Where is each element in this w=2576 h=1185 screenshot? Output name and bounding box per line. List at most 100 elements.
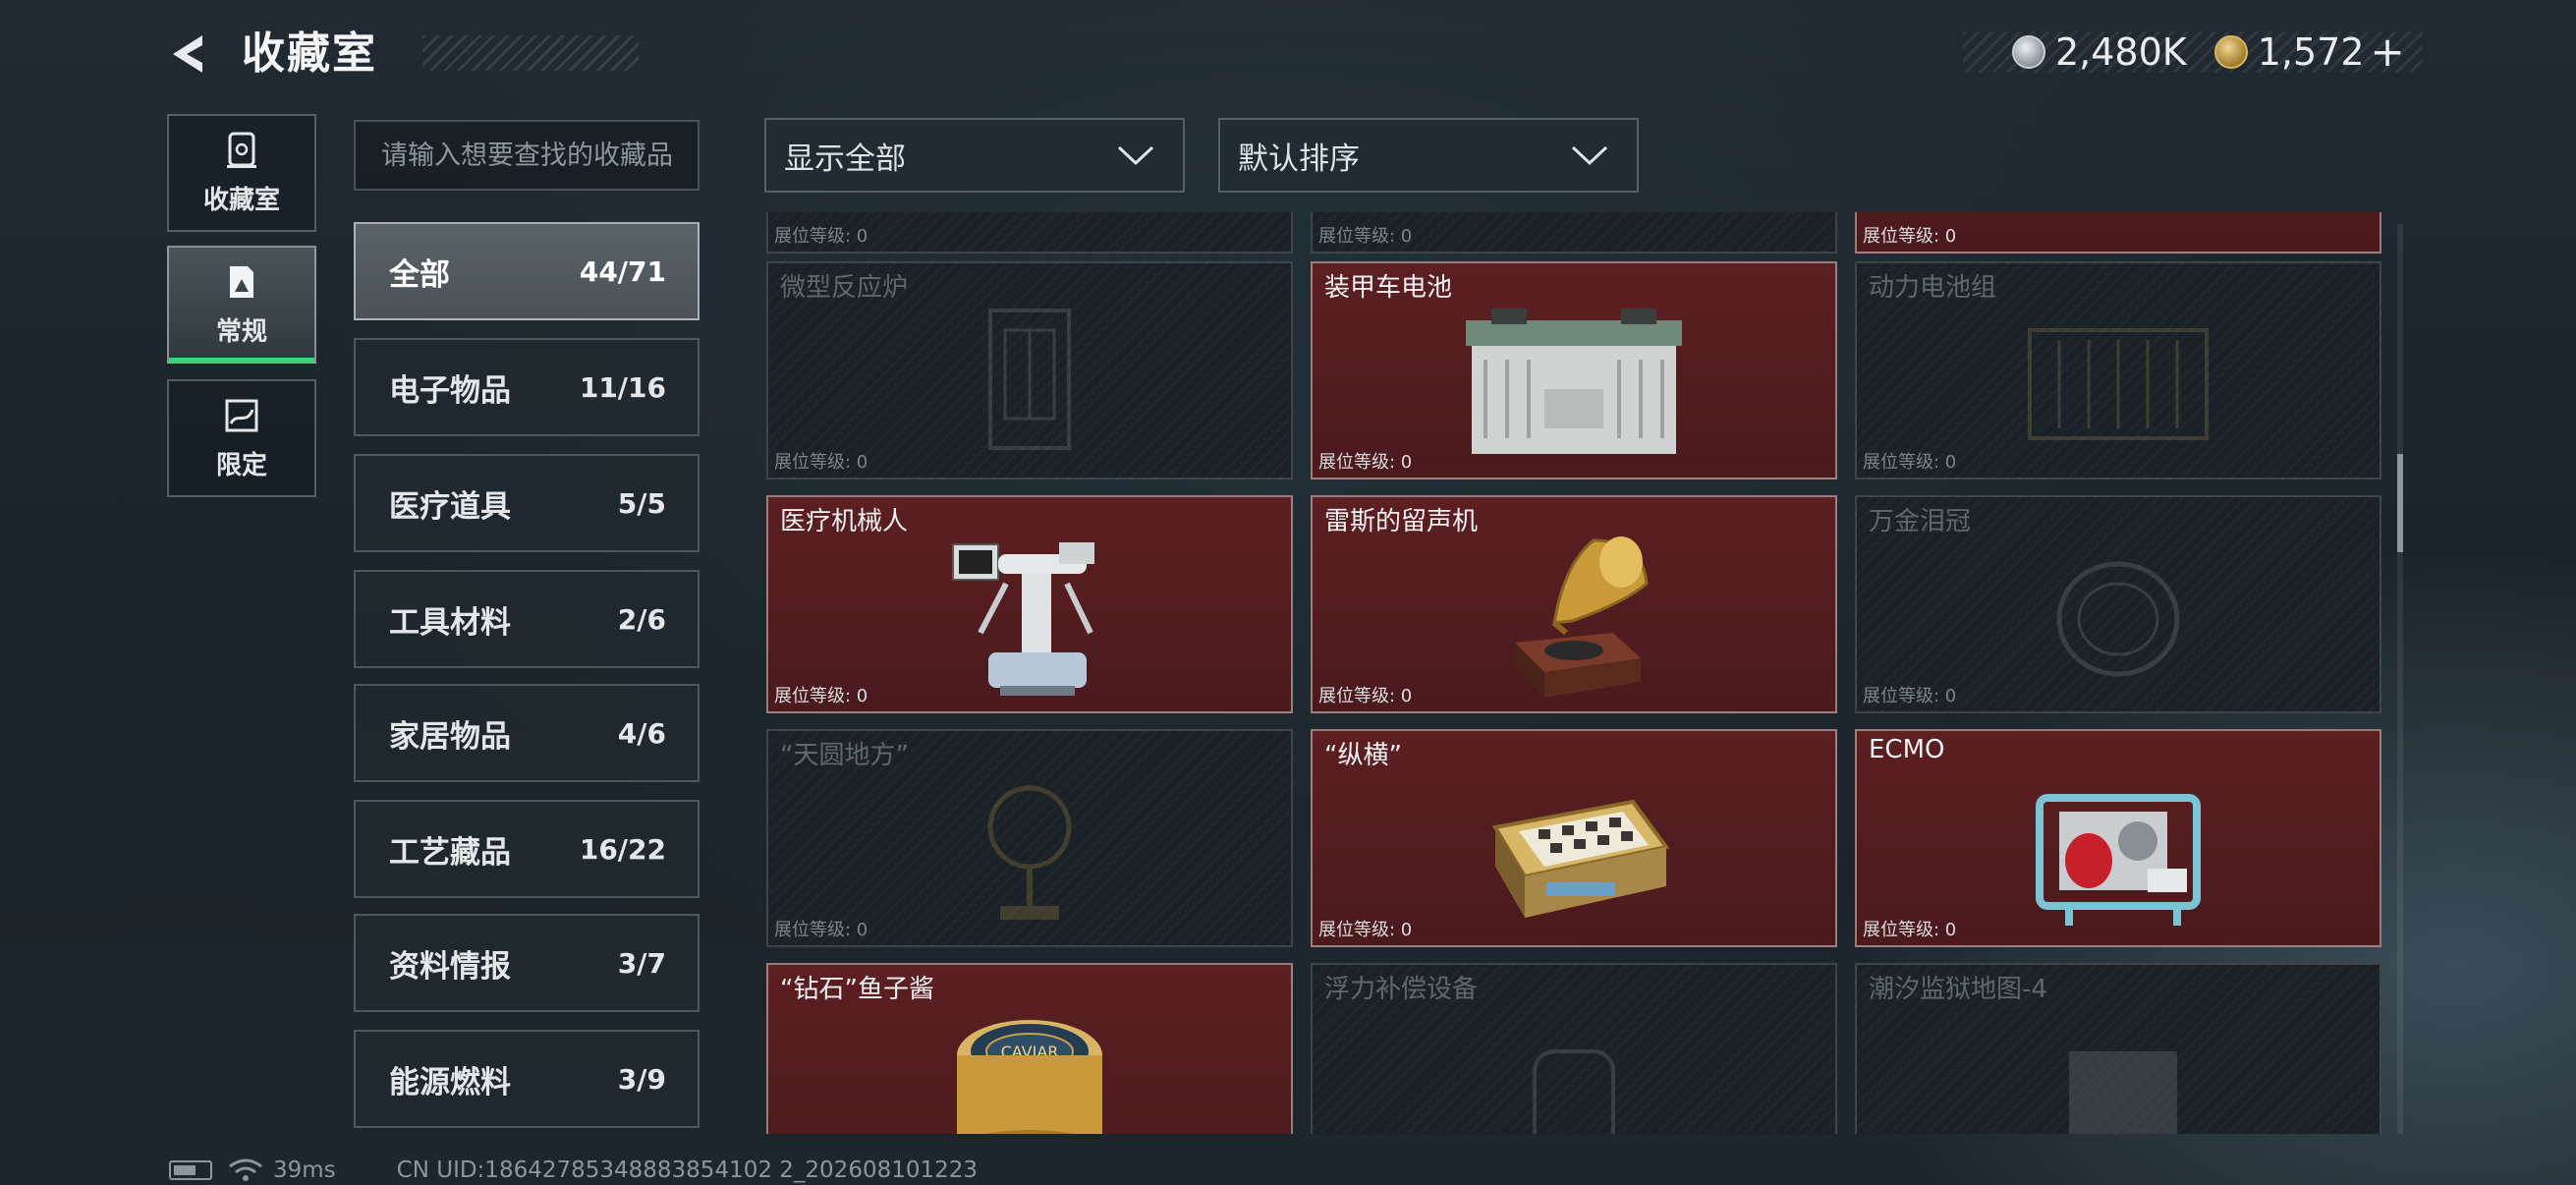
nav-vault[interactable]: 收藏室 <box>167 114 316 232</box>
battery-icon <box>1466 309 1682 454</box>
category-count: 3/9 <box>617 1062 666 1096</box>
item-level: 展位等级: 0 <box>774 452 868 473</box>
item-level: 展位等级: 0 <box>1863 686 1957 706</box>
collection-card-medical-robot[interactable]: 医疗机械人 展位等级: 0 <box>766 495 1293 713</box>
item-name: 装甲车电池 <box>1324 273 1453 303</box>
collection-card-crown[interactable]: 万金泪冠 展位等级: 0 <box>1855 495 2381 713</box>
item-level: 展位等级: 0 <box>1318 686 1413 706</box>
map-icon <box>2069 1051 2177 1134</box>
collection-card[interactable]: 展位等级: 0 <box>1855 212 2381 254</box>
wifi-icon <box>229 1158 262 1181</box>
item-name: 动力电池组 <box>1869 273 1997 303</box>
collection-card-globe[interactable]: “天圆地方” 展位等级: 0 <box>766 729 1293 947</box>
collection-card-battery-pack[interactable]: 动力电池组 展位等级: 0 <box>1855 261 2381 480</box>
gold-coin-icon <box>2213 35 2248 69</box>
collection-card-micro-reactor[interactable]: 微型反应炉 展位等级: 0 <box>766 261 1293 480</box>
gramophone-icon <box>1515 536 1649 698</box>
reactor-icon <box>988 309 1071 450</box>
item-level: 展位等级: 0 <box>1318 226 1413 247</box>
silver-currency-value: 2,480K <box>2055 30 2187 74</box>
collection-card-buoyancy-device[interactable]: 浮力补偿设备 <box>1311 963 1837 1134</box>
caviar-icon: CAVIAR <box>957 1020 1102 1134</box>
nav-limited[interactable]: 限定 <box>167 379 316 497</box>
status-footer: 39ms CN UID:18642785348883854102 2_20260… <box>169 1157 978 1183</box>
item-name: “天圆地方” <box>780 741 909 770</box>
sort-dropdown[interactable]: 默认排序 <box>1218 118 1639 193</box>
collection-card-armored-battery[interactable]: 装甲车电池 展位等级: 0 <box>1311 261 1837 480</box>
filter-dropdown-value: 显示全部 <box>784 141 906 177</box>
item-level: 展位等级: 0 <box>774 686 868 706</box>
category-name: 电子物品 <box>389 372 511 409</box>
collection-card[interactable]: 展位等级: 0 <box>766 212 1293 254</box>
user-uid: CN UID:18642785348883854102 2_2026081012… <box>396 1157 979 1183</box>
title-decoration <box>422 35 639 71</box>
item-name: 微型反应炉 <box>780 273 909 303</box>
item-level: 展位等级: 0 <box>1318 920 1413 940</box>
item-level: 展位等级: 0 <box>774 226 868 247</box>
category-count: 5/5 <box>617 486 666 520</box>
nav-vault-label: 收藏室 <box>202 185 280 215</box>
category-name: 家居物品 <box>389 718 511 755</box>
category-tools[interactable]: 工具材料 2/6 <box>354 570 700 668</box>
sort-dropdown-value: 默认排序 <box>1238 141 1360 177</box>
item-name: ECMO <box>1869 735 1945 764</box>
category-crafts[interactable]: 工艺藏品 16/22 <box>354 800 700 898</box>
collection-card[interactable]: 展位等级: 0 <box>1311 212 1837 254</box>
category-count: 44/71 <box>579 254 666 288</box>
ping-value: 39ms <box>273 1157 336 1183</box>
add-currency-button[interactable]: + <box>2371 31 2405 73</box>
category-energy[interactable]: 能源燃料 3/9 <box>354 1030 700 1128</box>
category-name: 能源燃料 <box>389 1064 511 1100</box>
category-name: 工艺藏品 <box>389 834 511 871</box>
category-name: 全部 <box>389 256 450 293</box>
category-name: 资料情报 <box>389 948 511 985</box>
category-count: 2/6 <box>617 602 666 636</box>
category-count: 3/7 <box>617 946 666 980</box>
item-level: 展位等级: 0 <box>1863 226 1957 247</box>
globe-icon <box>987 785 1072 920</box>
item-level: 展位等级: 0 <box>1863 920 1957 940</box>
item-name: 潮汐监狱地图-4 <box>1869 975 2047 1004</box>
chevron-down-icon <box>1571 145 1608 166</box>
filter-dropdown[interactable]: 显示全部 <box>764 118 1185 193</box>
currency-bar: 2,480K 1,572 + <box>1963 31 2423 73</box>
collection-icon <box>230 265 253 298</box>
search-input[interactable] <box>354 120 700 191</box>
item-name: 医疗机械人 <box>780 507 909 536</box>
back-arrow-icon[interactable] <box>165 29 214 79</box>
category-medical[interactable]: 医疗道具 5/5 <box>354 454 700 552</box>
nav-limited-label: 限定 <box>215 450 267 480</box>
category-count: 11/16 <box>579 370 666 404</box>
ecmo-icon <box>2036 794 2201 926</box>
vault-icon <box>227 132 256 168</box>
category-electronics[interactable]: 电子物品 11/16 <box>354 338 700 436</box>
item-level: 展位等级: 0 <box>1318 452 1413 473</box>
category-intel[interactable]: 资料情报 3/7 <box>354 914 700 1012</box>
collection-card-ecmo[interactable]: ECMO 展位等级: 0 <box>1855 729 2381 947</box>
limited-icon <box>225 399 258 431</box>
item-level: 展位等级: 0 <box>774 920 868 940</box>
grid-scroll-thumb[interactable] <box>2397 454 2403 552</box>
item-name: 浮力补偿设备 <box>1324 975 1479 1004</box>
collection-card-gramophone[interactable]: 雷斯的留声机 展位等级: 0 <box>1311 495 1837 713</box>
category-all[interactable]: 全部 44/71 <box>354 222 700 320</box>
collection-card-caviar[interactable]: CAVIAR “钻石”鱼子酱 <box>766 963 1293 1134</box>
item-name: 雷斯的留声机 <box>1324 507 1479 536</box>
item-name: “钻石”鱼子酱 <box>780 975 934 1004</box>
battery-pack-icon <box>2028 328 2209 440</box>
item-name: 万金泪冠 <box>1869 507 1972 536</box>
crown-icon <box>2056 561 2180 677</box>
collection-card-prison-map[interactable]: 潮汐监狱地图-4 <box>1855 963 2381 1134</box>
category-household[interactable]: 家居物品 4/6 <box>354 684 700 782</box>
gold-currency-value: 1,572 <box>2257 30 2365 74</box>
category-count: 16/22 <box>579 832 666 866</box>
item-name: “纵横” <box>1324 741 1402 770</box>
chessboard-icon <box>1491 799 1670 918</box>
battery-icon <box>169 1160 212 1180</box>
category-count: 4/6 <box>617 716 666 750</box>
grid-scrollbar[interactable] <box>2397 224 2403 1134</box>
nav-regular[interactable]: 常规 <box>167 246 316 364</box>
medical-robot-icon <box>952 542 1094 696</box>
item-level: 展位等级: 0 <box>1863 452 1957 473</box>
collection-card-chessboard[interactable]: “纵横” 展位等级: 0 <box>1311 729 1837 947</box>
